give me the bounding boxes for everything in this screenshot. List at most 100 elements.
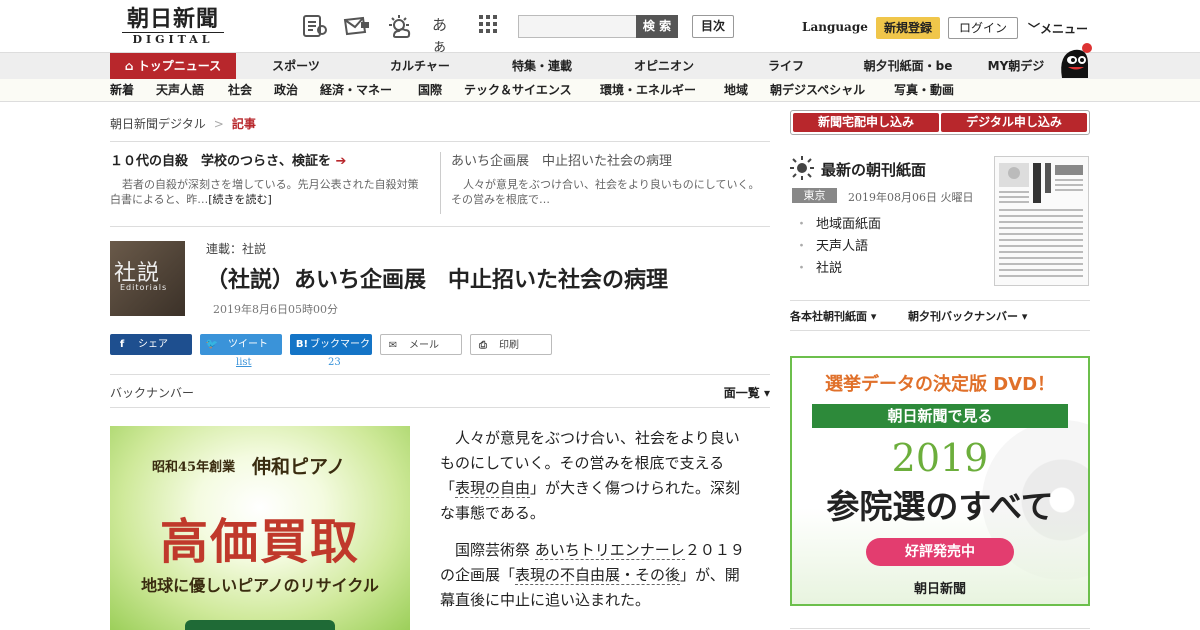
nav2-tenseijingo[interactable]: 天声人語 bbox=[156, 79, 204, 101]
nav2-latest[interactable]: 新着 bbox=[110, 79, 134, 101]
menu-button[interactable]: ﹀メニュー bbox=[1028, 20, 1088, 37]
hatena-bookmark-button[interactable]: B! ブックマーク bbox=[290, 334, 372, 355]
region-badge: 東京 bbox=[792, 188, 837, 203]
link-regional-page[interactable]: ・地域面紙面 bbox=[795, 213, 881, 232]
nav-top-news[interactable]: ⌂ トップニュース bbox=[110, 53, 236, 79]
link-tenseijingo[interactable]: ・天声人語 bbox=[795, 235, 868, 254]
breadcrumb-separator: > bbox=[213, 117, 224, 131]
keyword-link[interactable]: あいちトリエンナーレ bbox=[534, 541, 685, 560]
ad-brand: 伸和ピアノ bbox=[252, 456, 346, 478]
series-label[interactable]: 連載：社説 bbox=[206, 240, 266, 257]
keyword-link[interactable]: 表現の不自由展・その後 bbox=[515, 566, 681, 585]
page-list-dropdown[interactable]: 面一覧 ▾ bbox=[724, 384, 770, 401]
arrow-right-icon: ➔ bbox=[335, 154, 347, 169]
election-dvd-ad[interactable]: 選挙データの決定版 DVD！ 朝日新聞で見る 2019 参院選のすべて 好評発売… bbox=[790, 356, 1090, 606]
nav-paper[interactable]: 朝夕刊紙面・be bbox=[858, 53, 958, 79]
nav-opinion[interactable]: オピニオン bbox=[628, 53, 700, 79]
twitter-count[interactable]: list bbox=[236, 357, 252, 368]
related-desc: 人々が意見をぶつけ合い、社会をより良いものにしていく。その営みを根底で… bbox=[451, 178, 760, 206]
subscription-buttons: 新聞宅配申し込み デジタル申し込み bbox=[790, 110, 1090, 135]
piano-ad-banner[interactable]: 昭和45年創業 伸和ピアノ 高価買取 地球に優しいピアノのリサイクル bbox=[110, 426, 410, 630]
hatena-icon: B! bbox=[295, 339, 309, 350]
regional-papers-dropdown[interactable]: 各本社朝刊紙面 ▾ bbox=[790, 308, 876, 324]
home-icon: ⌂ bbox=[124, 59, 138, 73]
logo-jp: 朝日新聞 bbox=[126, 6, 219, 32]
breadcrumb: 朝日新聞デジタル > 記事 bbox=[110, 115, 256, 132]
mail-icon[interactable] bbox=[343, 14, 369, 38]
nav2-region[interactable]: 地域 bbox=[724, 79, 748, 101]
language-link[interactable]: Language bbox=[802, 20, 868, 34]
login-button[interactable]: ログイン bbox=[948, 17, 1018, 39]
related-article-2[interactable]: あいち企画展 中止招いた社会の病理 人々が意見をぶつけ合い、社会をより良いものに… bbox=[451, 150, 769, 207]
printer-icon: ⎙ bbox=[479, 340, 487, 351]
secondary-nav: 新着 天声人語 社会 政治 経済・マネー 国際 テック＆サイエンス 環境・エネル… bbox=[0, 79, 1200, 102]
nav-sports[interactable]: スポーツ bbox=[266, 53, 326, 79]
ad-sale-button[interactable]: 好評発売中 bbox=[866, 538, 1014, 566]
nav2-special[interactable]: 朝デジスペシャル bbox=[770, 79, 865, 101]
backnumber-bar: バックナンバー 面一覧 ▾ bbox=[110, 374, 770, 408]
caret-down-icon: ▾ bbox=[870, 310, 877, 323]
apply-home-delivery-button[interactable]: 新聞宅配申し込み bbox=[793, 113, 939, 132]
morning-paper-title[interactable]: 最新の朝刊紙面 bbox=[821, 159, 926, 180]
ad-button[interactable] bbox=[185, 620, 335, 630]
search-input[interactable] bbox=[519, 16, 635, 38]
nav2-international[interactable]: 国際 bbox=[418, 79, 442, 101]
read-more-link[interactable]: [続きを読む] bbox=[208, 193, 272, 206]
toc-button[interactable]: 目次 bbox=[692, 15, 734, 38]
backnumber-label[interactable]: バックナンバー bbox=[110, 384, 194, 401]
envelope-icon: ✉ bbox=[388, 340, 398, 351]
related-title: あいち企画展 中止招いた社会の病理 bbox=[451, 154, 673, 169]
related-articles: １０代の自殺 学校のつらさ、検証を ➔ 若者の自殺が深刻さを増している。先月公表… bbox=[110, 141, 770, 227]
print-button[interactable]: ⎙ 印刷 bbox=[470, 334, 552, 355]
nav2-photo-video[interactable]: 写真・動画 bbox=[894, 79, 954, 101]
link-editorial[interactable]: ・社説 bbox=[795, 257, 842, 276]
mascot-icon[interactable] bbox=[1054, 40, 1094, 80]
primary-nav: ⌂ トップニュース スポーツ カルチャー 特集・連載 オピニオン ライフ 朝夕刊… bbox=[0, 52, 1200, 80]
article-date: 2019年8月6日05時00分 bbox=[213, 303, 338, 316]
chevron-down-icon: ﹀ bbox=[1028, 22, 1041, 36]
related-article-1[interactable]: １０代の自殺 学校のつらさ、検証を ➔ 若者の自殺が深刻さを増している。先月公表… bbox=[110, 150, 428, 207]
nav2-economy[interactable]: 経済・マネー bbox=[320, 79, 392, 101]
facebook-share-button[interactable]: f シェア bbox=[110, 334, 192, 355]
nav-my-asadigi[interactable]: MY朝デジ bbox=[982, 53, 1050, 79]
site-logo[interactable]: 朝日新聞 DIGITAL bbox=[118, 6, 228, 48]
weather-icon[interactable] bbox=[386, 14, 412, 38]
divider bbox=[790, 300, 1090, 301]
nav2-environment[interactable]: 環境・エネルギー bbox=[600, 79, 696, 101]
ad-band: 朝日新聞で見る bbox=[812, 404, 1068, 428]
search-button[interactable]: 検 索 bbox=[636, 15, 678, 38]
grid-icon[interactable] bbox=[478, 14, 504, 38]
divider bbox=[790, 330, 1090, 331]
related-desc: 若者の自殺が深刻さを増している。先月公表された自殺対策白書によると、昨…[続きを… bbox=[110, 178, 419, 206]
font-size-icon[interactable]: あぁ bbox=[432, 14, 458, 55]
nav2-tech-science[interactable]: テック＆サイエンス bbox=[464, 79, 572, 101]
register-button[interactable]: 新規登録 bbox=[876, 17, 940, 39]
backnumber-dropdown[interactable]: 朝夕刊バックナンバー ▾ bbox=[908, 308, 1027, 324]
twitter-icon: 🐦 bbox=[205, 339, 219, 350]
ad-subtitle: 地球に優しいピアノのリサイクル bbox=[141, 576, 379, 595]
editorial-thumbnail: 社説 Editorials bbox=[110, 241, 185, 316]
paper-date: 2019年08月06日 火曜日 bbox=[848, 191, 974, 204]
related-title: １０代の自殺 学校のつらさ、検証を ➔ bbox=[110, 154, 347, 169]
sun-icon bbox=[790, 156, 814, 184]
paper-icon[interactable] bbox=[302, 14, 328, 38]
hatena-count[interactable]: 23 bbox=[328, 357, 341, 368]
ad-head: 選挙データの決定版 DVD！ bbox=[824, 374, 1056, 395]
body-paragraph: 人々が意見をぶつけ合い、社会をより良いものにしていく。その営みを根底で支える「表… bbox=[440, 429, 741, 522]
mail-share-button[interactable]: ✉ メール bbox=[380, 334, 462, 355]
ad-founded: 昭和45年創業 bbox=[152, 460, 236, 475]
article-title: （社説）あいち企画展 中止招いた社会の病理 bbox=[206, 268, 669, 293]
keyword-link[interactable]: 表現の自由 bbox=[455, 479, 531, 498]
newspaper-thumbnail[interactable] bbox=[994, 156, 1089, 286]
breadcrumb-home[interactable]: 朝日新聞デジタル bbox=[110, 117, 206, 131]
twitter-tweet-button[interactable]: 🐦 ツイート bbox=[200, 334, 282, 355]
nav2-politics[interactable]: 政治 bbox=[274, 79, 298, 101]
nav2-society[interactable]: 社会 bbox=[228, 79, 252, 101]
apply-digital-button[interactable]: デジタル申し込み bbox=[941, 113, 1087, 132]
breadcrumb-current: 記事 bbox=[231, 117, 256, 131]
menu-label: メニュー bbox=[1040, 22, 1089, 36]
nav-features[interactable]: 特集・連載 bbox=[506, 53, 578, 79]
nav-life[interactable]: ライフ bbox=[762, 53, 810, 79]
caret-down-icon: ▾ bbox=[1021, 310, 1028, 323]
nav-culture[interactable]: カルチャー bbox=[384, 53, 456, 79]
